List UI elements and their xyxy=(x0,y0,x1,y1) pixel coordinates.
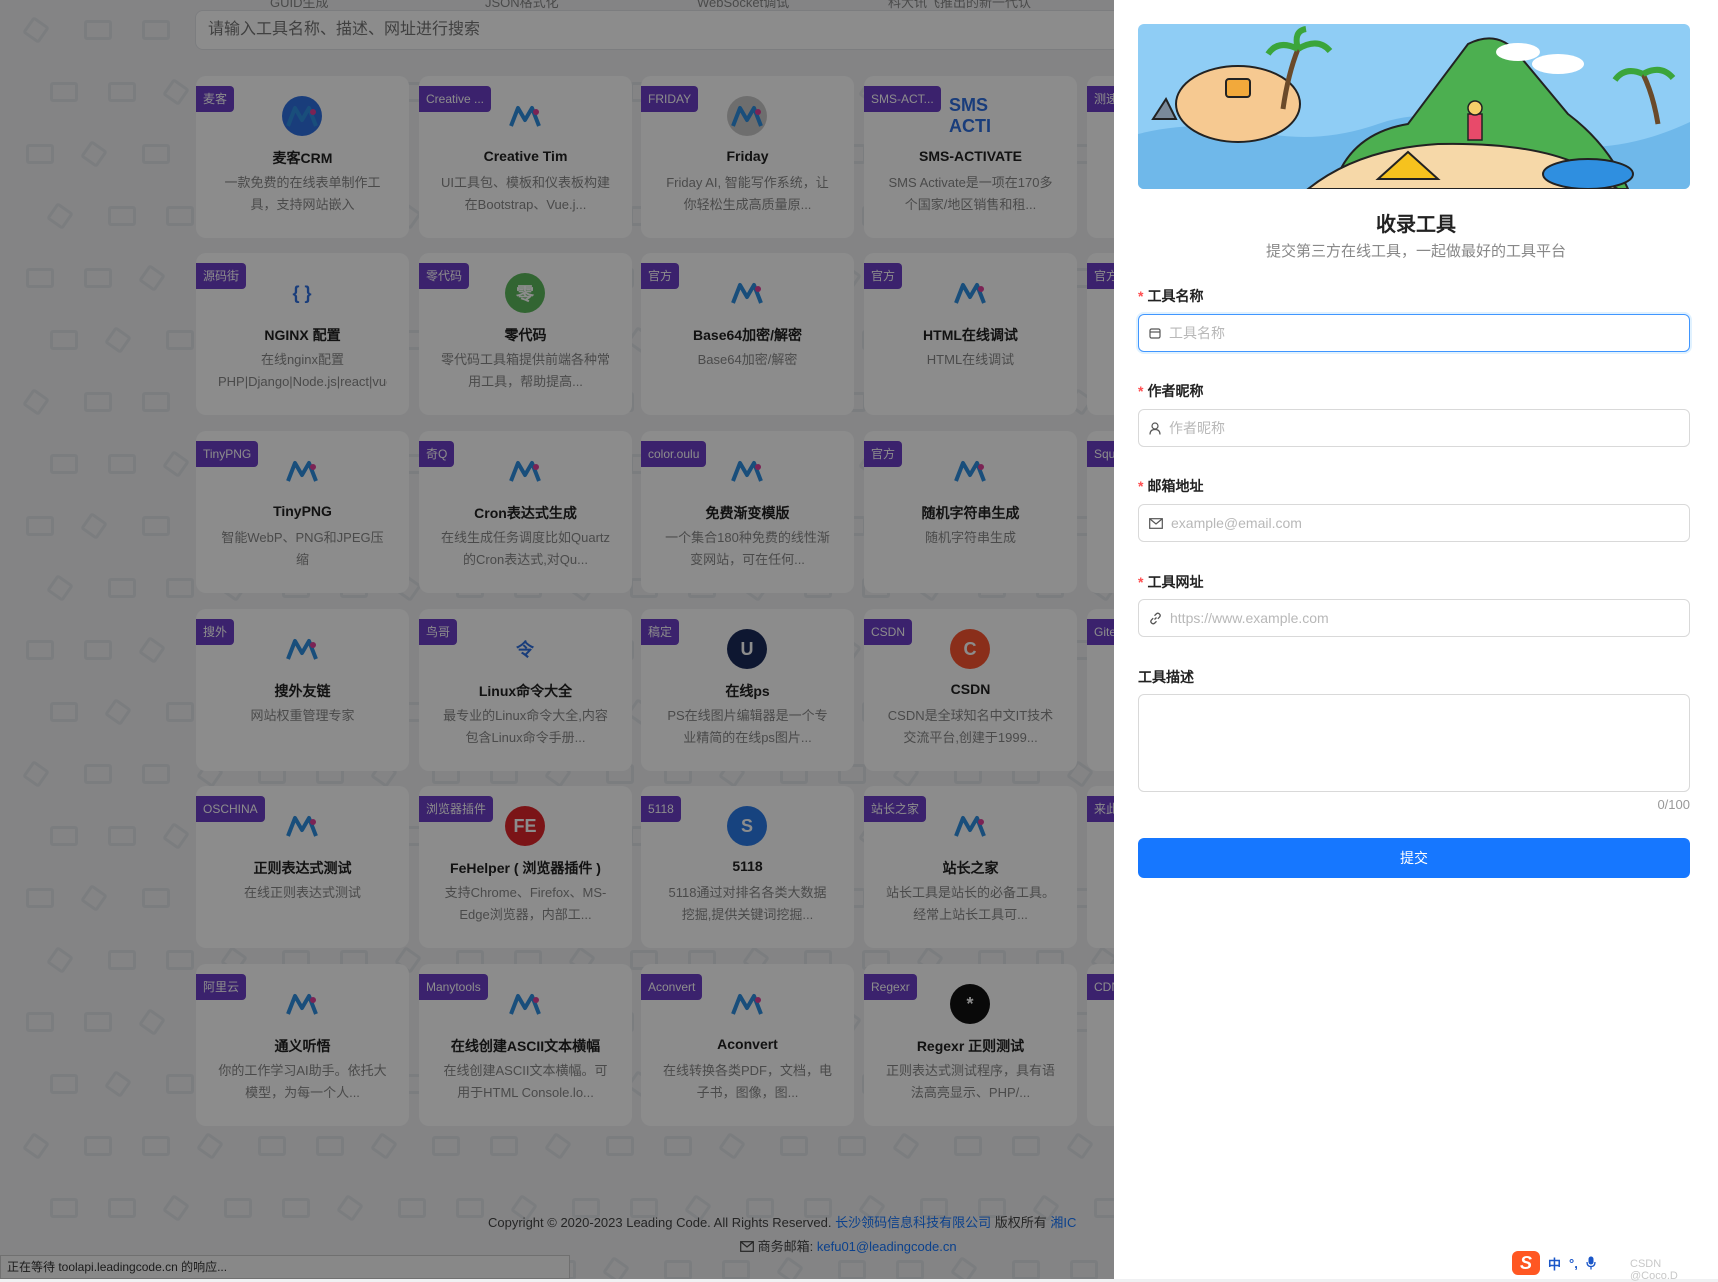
drawer-mask[interactable] xyxy=(0,0,1114,1279)
author-input[interactable] xyxy=(1167,419,1679,437)
email-input[interactable] xyxy=(1169,514,1679,532)
drawer-title: 收录工具 xyxy=(1376,214,1456,236)
mail-icon xyxy=(1149,517,1163,529)
required-mark: * xyxy=(1138,478,1144,494)
watermark: CSDN @Coco.D xyxy=(1630,1258,1678,1282)
tool-name-label: * 工具名称 xyxy=(1138,286,1203,306)
author-label: * 作者昵称 xyxy=(1138,381,1203,401)
microphone-icon[interactable] xyxy=(1586,1256,1596,1270)
author-label-text: 作者昵称 xyxy=(1147,383,1204,399)
url-label: * 工具网址 xyxy=(1138,572,1203,592)
ime-punct[interactable]: °, xyxy=(1569,1256,1578,1271)
tool-name-input[interactable] xyxy=(1167,324,1679,342)
email-label: * 邮箱地址 xyxy=(1138,476,1203,496)
description-textarea[interactable] xyxy=(1138,694,1690,792)
submit-tool-drawer: 收录工具 提交第三方在线工具，一起做最好的工具平台 *工具名称 *作者昵称 *邮… xyxy=(1114,0,1718,1279)
submit-button[interactable]: 提交 xyxy=(1138,838,1690,878)
island-banner-image xyxy=(1138,24,1690,189)
tool-name-label-text: 工具名称 xyxy=(1147,288,1204,304)
user-icon xyxy=(1149,421,1161,435)
link-icon xyxy=(1150,612,1161,624)
box-icon xyxy=(1149,328,1161,339)
email-field[interactable] xyxy=(1138,504,1690,542)
required-mark: * xyxy=(1138,383,1144,399)
url-field[interactable] xyxy=(1138,599,1690,637)
required-mark: * xyxy=(1138,288,1144,304)
tool-name-field[interactable] xyxy=(1138,314,1690,352)
description-label: 工具描述 xyxy=(1138,669,1194,685)
ime-toolbar: S 中 °, CSDN @Coco.D xyxy=(1512,1250,1688,1282)
url-input[interactable] xyxy=(1168,609,1679,627)
required-mark: * xyxy=(1138,574,1144,590)
ime-lang[interactable]: 中 xyxy=(1548,1254,1561,1273)
sogou-ime-icon[interactable]: S xyxy=(1512,1251,1540,1275)
author-field[interactable] xyxy=(1138,409,1690,447)
char-counter: 0/100 xyxy=(1657,797,1690,812)
email-label-text: 邮箱地址 xyxy=(1147,478,1204,494)
drawer-subtitle: 提交第三方在线工具，一起做最好的工具平台 xyxy=(1265,243,1566,260)
island-illustration xyxy=(1138,24,1690,189)
url-label-text: 工具网址 xyxy=(1147,574,1204,590)
